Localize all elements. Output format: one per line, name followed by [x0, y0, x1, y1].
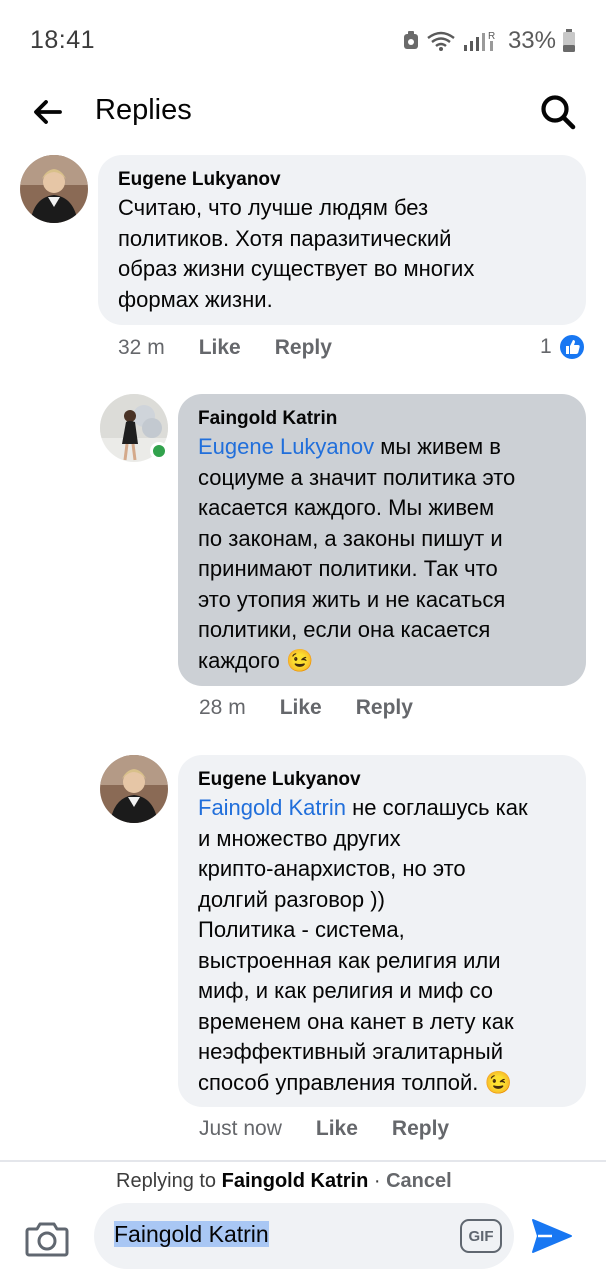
avatar[interactable] — [20, 155, 88, 223]
arrow-left-icon — [34, 100, 62, 124]
back-button[interactable] — [22, 92, 72, 132]
battery-icon — [563, 29, 575, 52]
comment-author[interactable]: Eugene Lukyanov — [118, 167, 566, 193]
status-icons: R 33% — [402, 26, 576, 56]
comment-input[interactable]: Faingold Katrin — [114, 1221, 269, 1248]
composer-divider — [0, 1160, 606, 1162]
cancel-reply-button[interactable]: Cancel — [386, 1170, 452, 1192]
replying-to-bar: Replying to Faingold Katrin · Cancel — [116, 1170, 452, 1193]
composer-mention-text: Faingold Katrin — [114, 1221, 269, 1247]
mention-link[interactable]: Faingold Katrin — [198, 795, 346, 820]
app-header: Replies — [0, 80, 606, 144]
send-button[interactable] — [530, 1216, 574, 1256]
comment-author[interactable]: Eugene Lukyanov — [198, 767, 566, 793]
like-button[interactable]: Like — [316, 1117, 358, 1141]
comment-actions: 32 m Like Reply — [118, 336, 366, 360]
like-button[interactable]: Like — [280, 696, 322, 720]
reply-button[interactable]: Reply — [392, 1117, 449, 1141]
replying-to-label: Replying to — [116, 1170, 222, 1192]
comment-time[interactable]: 32 m — [118, 336, 165, 360]
reply-button[interactable]: Reply — [275, 336, 332, 360]
user-photo — [100, 755, 168, 823]
comment-author[interactable]: Faingold Katrin — [198, 406, 566, 432]
separator: · — [368, 1170, 387, 1192]
replying-to-name[interactable]: Faingold Katrin — [222, 1170, 369, 1192]
status-bar: 18:41 R 33% — [0, 0, 606, 80]
status-time: 18:41 — [30, 26, 96, 54]
send-icon — [532, 1219, 572, 1253]
search-icon — [541, 95, 576, 130]
comment-text: Faingold Katrin не соглашусь как и множе… — [198, 793, 566, 1098]
thumbs-up-icon — [557, 333, 586, 361]
mention-link[interactable]: Eugene Lukyanov — [198, 434, 374, 459]
comment-body: мы живем в социуме а значит политика это… — [198, 434, 516, 673]
comment-bubble[interactable]: Eugene Lukyanov Faingold Katrin не согла… — [178, 755, 586, 1107]
page-title: Replies — [95, 94, 192, 126]
online-status-indicator — [150, 442, 168, 460]
svg-text:R: R — [488, 31, 495, 42]
reply-button[interactable]: Reply — [356, 696, 413, 720]
search-button[interactable] — [536, 90, 580, 134]
comment-body: не соглашусь как и множество других крип… — [198, 795, 528, 1095]
notification-icon — [403, 31, 418, 49]
avatar[interactable] — [100, 755, 168, 823]
comment-text: Eugene Lukyanov мы живем в социуме а зна… — [198, 432, 566, 676]
comment-actions: Just now Like Reply — [199, 1117, 483, 1141]
camera-button[interactable] — [24, 1215, 70, 1261]
comment-composer[interactable]: Faingold Katrin GIF — [94, 1203, 514, 1269]
comment-time[interactable]: 28 m — [199, 696, 246, 720]
gif-button[interactable]: GIF — [460, 1219, 502, 1253]
wifi-icon — [427, 31, 455, 51]
user-photo — [20, 155, 88, 223]
battery-percent: 33% — [507, 27, 556, 54]
reaction-summary[interactable]: 1 — [540, 333, 586, 361]
comment-actions: 28 m Like Reply — [199, 696, 447, 720]
comment-text: Считаю, что лучше людям без политиков. Х… — [118, 195, 475, 312]
comment-bubble[interactable]: Faingold Katrin Eugene Lukyanov мы живем… — [178, 394, 586, 686]
reaction-count: 1 — [540, 335, 552, 358]
camera-icon — [25, 1222, 69, 1257]
comment-time[interactable]: Just now — [199, 1117, 282, 1141]
comment-bubble[interactable]: Eugene Lukyanov Считаю, что лучше людям … — [98, 155, 586, 325]
like-button[interactable]: Like — [199, 336, 241, 360]
signal-icon: R — [463, 31, 495, 51]
